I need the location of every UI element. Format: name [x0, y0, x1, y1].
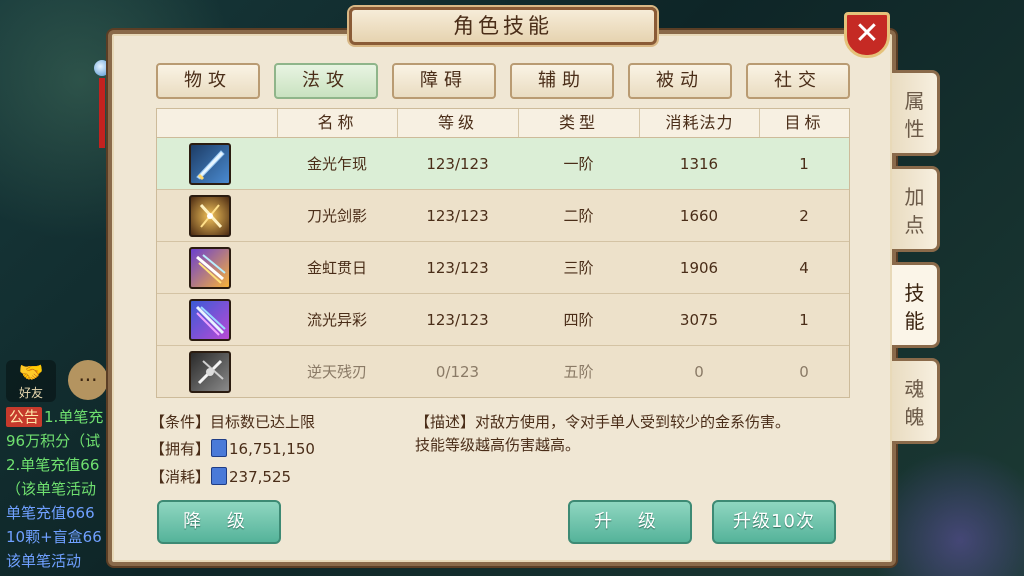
skill-target: 0: [799, 363, 809, 381]
table-row[interactable]: 金虹贯日 123/123 三阶 1906 4: [157, 242, 849, 294]
announcement-badge: 公告: [6, 407, 43, 427]
tab-physical-attack[interactable]: 物攻: [156, 63, 260, 99]
table-row[interactable]: 金光乍现 123/123 一阶 1316 1: [157, 138, 849, 190]
chat-line: 10颗+盲盒66: [6, 528, 102, 546]
header-level: 等级: [397, 109, 518, 137]
owned-line: 【拥有】 16,751,150: [150, 438, 315, 459]
tab-skills-label: 技能: [904, 281, 925, 333]
upgrade-10-button[interactable]: 升级10次: [712, 500, 836, 544]
description-text: 【描述】对敌方使用，令对手单人受到较少的金系伤害。: [415, 413, 791, 431]
table-row[interactable]: 流光异彩 123/123 四阶 3075 1: [157, 294, 849, 346]
header-mana: 消耗法力: [639, 109, 759, 137]
tab-support[interactable]: 辅助: [510, 63, 614, 99]
tab-points[interactable]: 加点: [892, 166, 940, 252]
skill-name: 刀光剑影: [306, 207, 367, 225]
rainbow-sword-icon: [189, 247, 231, 289]
tab-soul[interactable]: 魂魄: [892, 358, 940, 444]
owned-value: 16,751,150: [229, 440, 315, 458]
tab-points-label: 加点: [904, 185, 925, 237]
skill-name: 金虹贯日: [306, 259, 367, 277]
cost-value: 237,525: [229, 468, 292, 486]
close-button[interactable]: ✕: [844, 12, 890, 58]
skill-level: 123/123: [426, 259, 489, 277]
skill-level: 123/123: [426, 207, 489, 225]
header-type: 类型: [518, 109, 639, 137]
skill-target: 4: [799, 259, 809, 277]
chat-line: 单笔充值666: [6, 504, 95, 522]
skill-mana: 1316: [679, 155, 719, 173]
skill-target: 1: [799, 155, 809, 173]
cost-line: 【消耗】 237,525: [150, 466, 291, 487]
skill-level: 123/123: [426, 311, 489, 329]
tab-attributes-label: 属性: [904, 89, 925, 141]
header-icon: [157, 109, 277, 137]
skill-type: 二阶: [563, 207, 594, 225]
header-name: 名称: [277, 109, 397, 137]
book-icon: [211, 467, 228, 485]
header-target: 目标: [759, 109, 849, 137]
skill-level: 0/123: [435, 363, 480, 381]
golden-blade-icon: [189, 143, 231, 185]
cost-label: 【消耗】: [150, 468, 211, 486]
skill-type: 一阶: [563, 155, 594, 173]
owned-label: 【拥有】: [150, 440, 211, 458]
skill-name: 流光异彩: [306, 311, 367, 329]
skill-name: 金光乍现: [306, 155, 367, 173]
condition-text: 【条件】目标数已达上限: [150, 413, 316, 431]
skill-type: 五阶: [563, 363, 594, 381]
skill-name: 逆天残刃: [306, 363, 367, 381]
close-icon: ✕: [854, 16, 880, 51]
skill-mana: 1660: [679, 207, 719, 225]
table-row[interactable]: 逆天残刃 0/123 五阶 0 0: [157, 346, 849, 398]
skill-mana: 0: [694, 363, 704, 381]
chat-line: （该单笔活动: [6, 480, 97, 498]
tab-passive[interactable]: 被动: [628, 63, 732, 99]
chat-panel[interactable]: 公告 1.单笔充 96万积分（试 2.单笔充值66 （该单笔活动 单笔充值666 …: [0, 355, 110, 576]
tab-skills[interactable]: 技能: [892, 262, 940, 348]
skill-mana: 1906: [679, 259, 719, 277]
skill-target: 2: [799, 207, 809, 225]
chat-line: 公告 1.单笔充: [6, 407, 110, 427]
sword-light-icon: [189, 195, 231, 237]
skill-mana: 3075: [679, 311, 719, 329]
flowing-light-icon: [189, 299, 231, 341]
tab-magic-attack[interactable]: 法攻: [274, 63, 378, 99]
tab-soul-label: 魂魄: [904, 377, 925, 429]
chat-line: 该单笔活动: [6, 552, 82, 570]
tab-obstruct[interactable]: 障碍: [392, 63, 496, 99]
tassel-icon: [99, 78, 105, 148]
tab-social[interactable]: 社交: [746, 63, 850, 99]
skill-target: 1: [799, 311, 809, 329]
skill-type: 三阶: [563, 259, 594, 277]
tab-attributes[interactable]: 属性: [892, 70, 940, 156]
table-row[interactable]: 刀光剑影 123/123 二阶 1660 2: [157, 190, 849, 242]
skill-level: 123/123: [426, 155, 489, 173]
downgrade-button[interactable]: 降 级: [157, 500, 281, 544]
book-icon: [211, 439, 228, 457]
chat-line: 2.单笔充值66: [6, 456, 100, 474]
panel-title: 角色技能: [349, 7, 657, 45]
description-text-2: 技能等级越高伤害越高。: [415, 436, 581, 454]
skill-table: 名称 等级 类型 消耗法力 目标 金光乍现 123/123 一阶 1316 1 …: [156, 108, 850, 398]
skill-type: 四阶: [563, 311, 594, 329]
heaven-blade-icon: [189, 351, 231, 393]
chat-line: 96万积分（试: [6, 432, 101, 450]
table-header: 名称 等级 类型 消耗法力 目标: [157, 109, 849, 138]
upgrade-button[interactable]: 升 级: [568, 500, 692, 544]
